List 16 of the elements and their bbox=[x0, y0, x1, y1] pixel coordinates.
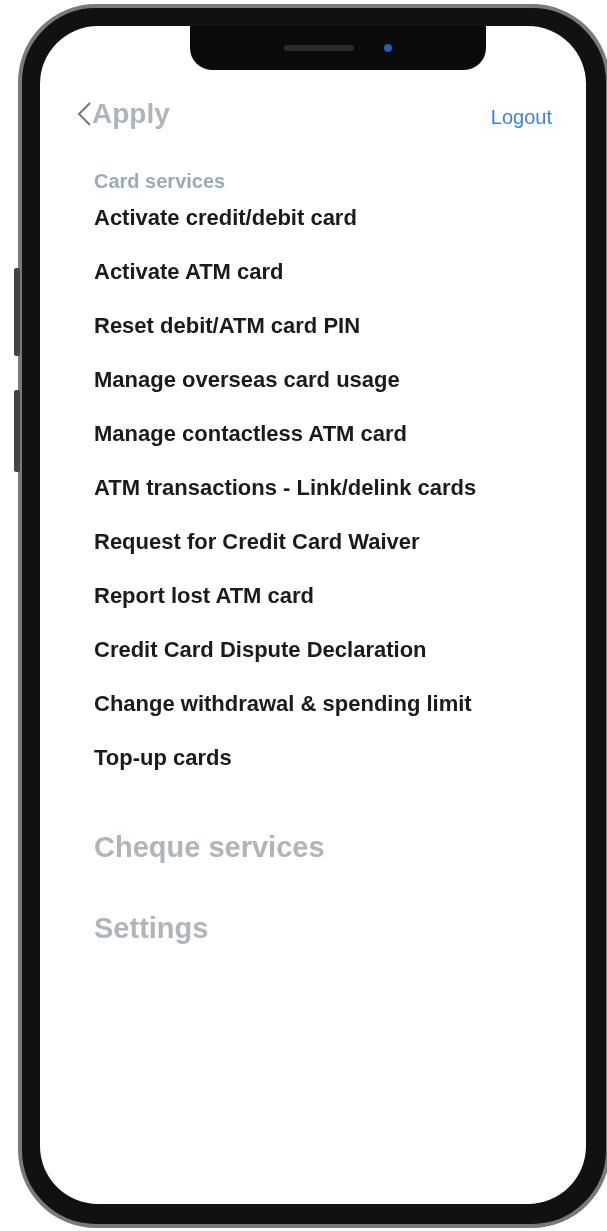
logout-link[interactable]: Logout bbox=[490, 105, 552, 129]
camera-dot bbox=[384, 44, 392, 52]
speaker-grille bbox=[284, 45, 354, 51]
menu-item[interactable]: Reset debit/ATM card PIN bbox=[94, 313, 552, 339]
screen-title: Apply bbox=[92, 98, 170, 130]
menu-item[interactable]: Activate credit/debit card bbox=[94, 205, 552, 231]
menu-item[interactable]: Manage contactless ATM card bbox=[94, 421, 552, 447]
menu-item[interactable]: Manage overseas card usage bbox=[94, 367, 552, 393]
menu-item[interactable]: ATM transactions - Link/delink cards bbox=[94, 475, 552, 501]
back-icon[interactable] bbox=[76, 101, 92, 127]
menu-item[interactable]: Credit Card Dispute Declaration bbox=[94, 637, 552, 663]
menu-item[interactable]: Activate ATM card bbox=[94, 259, 552, 285]
menu-item[interactable]: Change withdrawal & spending limit bbox=[94, 691, 552, 717]
menu-item[interactable]: Request for Credit Card Waiver bbox=[94, 529, 552, 555]
menu-item[interactable]: Top-up cards bbox=[94, 745, 552, 771]
menu-item[interactable]: Report lost ATM card bbox=[94, 583, 552, 609]
